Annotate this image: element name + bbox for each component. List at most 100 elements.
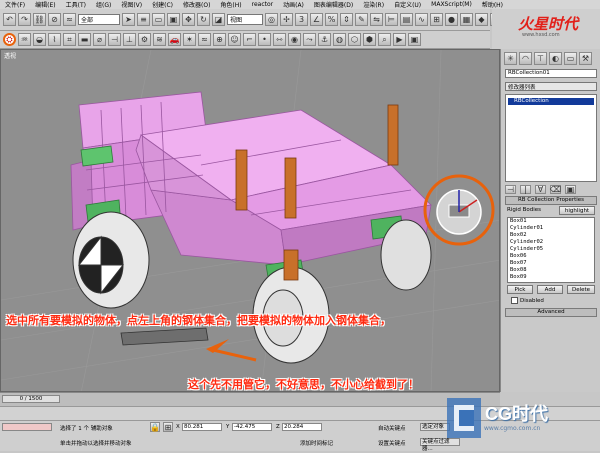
- list-item[interactable]: Box06: [508, 253, 594, 260]
- add-time-tag[interactable]: 添加时间标记: [300, 439, 333, 447]
- pivot-icon[interactable]: ◎: [265, 13, 278, 26]
- soft-body-collection-icon[interactable]: ◒: [33, 33, 46, 46]
- pin-stack-icon[interactable]: ⊣: [505, 185, 516, 194]
- display-tab-icon[interactable]: ▭: [564, 52, 577, 65]
- show-end-result-icon[interactable]: ❘: [520, 185, 531, 194]
- spring-icon[interactable]: ⌀: [93, 33, 106, 46]
- menu-rendering[interactable]: 渲染(R): [358, 0, 389, 9]
- analyze-world-icon[interactable]: ⌕: [378, 33, 391, 46]
- preview-animation-icon[interactable]: ▶: [393, 33, 406, 46]
- angle-snap-icon[interactable]: ∠: [310, 13, 323, 26]
- create-animation-icon[interactable]: ▣: [408, 33, 421, 46]
- disabled-checkbox[interactable]: [511, 297, 518, 304]
- menu-graph-editors[interactable]: 图表编辑器(D): [309, 0, 358, 9]
- advanced-rollout-header[interactable]: Advanced: [505, 308, 597, 317]
- car-wheel-icon[interactable]: ◉: [288, 33, 301, 46]
- selection-filter-dropdown[interactable]: 全部: [78, 14, 120, 25]
- stack-item[interactable]: RBCollection: [508, 98, 594, 105]
- prismatic-icon[interactable]: ⇿: [273, 33, 286, 46]
- toy-car-icon[interactable]: 🚗: [168, 33, 181, 46]
- set-key-label[interactable]: 设置关键点: [378, 439, 406, 447]
- time-slider[interactable]: 0 / 1500: [2, 395, 60, 403]
- select-by-name-icon[interactable]: ≡: [137, 13, 150, 26]
- rag-doll-icon[interactable]: ☺: [228, 33, 241, 46]
- rigid-body-collection-icon[interactable]: ⛭: [3, 33, 16, 46]
- percent-snap-icon[interactable]: %: [325, 13, 338, 26]
- menu-file[interactable]: 文件(F): [0, 0, 30, 9]
- menu-tools[interactable]: 工具(T): [61, 0, 91, 9]
- object-name-field[interactable]: RBCollection01: [505, 69, 597, 78]
- list-item[interactable]: Box01: [508, 218, 594, 225]
- auto-key-label[interactable]: 自动关键点: [378, 424, 406, 432]
- material-editor-icon[interactable]: ●: [445, 13, 458, 26]
- select-icon[interactable]: ➤: [122, 13, 135, 26]
- utilities-tab-icon[interactable]: ⚒: [579, 52, 592, 65]
- fracture-icon[interactable]: ✶: [183, 33, 196, 46]
- mirror-icon[interactable]: ⇋: [370, 13, 383, 26]
- redo-icon[interactable]: ↷: [18, 13, 31, 26]
- snap-icon[interactable]: 3: [295, 13, 308, 26]
- rigid-bodies-list[interactable]: Box01 Cylinder01 Box02 Cylinder02 Cylind…: [507, 217, 595, 283]
- window-crossing-icon[interactable]: ▣: [167, 13, 180, 26]
- plane-icon[interactable]: ▬: [78, 33, 91, 46]
- menu-help[interactable]: 帮助(H): [477, 0, 508, 9]
- rb-collection-rollout-header[interactable]: RB Collection Properties: [505, 196, 597, 205]
- deforming-mesh-icon[interactable]: ⌗: [63, 33, 76, 46]
- point-path-icon[interactable]: ⤳: [303, 33, 316, 46]
- make-unique-icon[interactable]: ∀: [535, 185, 546, 194]
- move-icon[interactable]: ✥: [182, 13, 195, 26]
- motion-tab-icon[interactable]: ◐: [549, 52, 562, 65]
- rope-collection-icon[interactable]: ⌇: [48, 33, 61, 46]
- z-coordinate-field[interactable]: 20.284: [282, 423, 322, 431]
- menu-animation[interactable]: 动画(A): [278, 0, 309, 9]
- point-to-point-icon[interactable]: •: [258, 33, 271, 46]
- cloth-collection-icon[interactable]: ♒: [18, 33, 31, 46]
- schematic-icon[interactable]: ⊞: [430, 13, 443, 26]
- create-tab-icon[interactable]: ✳: [504, 52, 517, 65]
- remove-modifier-icon[interactable]: ⌫: [550, 185, 561, 194]
- unlink-icon[interactable]: ⊘: [48, 13, 61, 26]
- x-coordinate-field[interactable]: 80.281: [182, 423, 222, 431]
- menu-maxscript[interactable]: MAXScript(M): [426, 1, 477, 8]
- list-item[interactable]: Cylinder02: [508, 239, 594, 246]
- named-selection-icon[interactable]: ✎: [355, 13, 368, 26]
- curve-editor-icon[interactable]: ∿: [415, 13, 428, 26]
- link-icon[interactable]: ⛓: [33, 13, 46, 26]
- list-item[interactable]: Box09: [508, 274, 594, 281]
- wind-icon[interactable]: ≋: [153, 33, 166, 46]
- manipulate-icon[interactable]: ✢: [280, 13, 293, 26]
- menu-group[interactable]: 组(G): [91, 0, 116, 9]
- y-coordinate-field[interactable]: -42.475: [232, 423, 272, 431]
- proxy-icon[interactable]: ⬢: [363, 33, 376, 46]
- angular-dashpot-icon[interactable]: ⊥: [123, 33, 136, 46]
- undo-icon[interactable]: ↶: [3, 13, 16, 26]
- list-item[interactable]: Cylinder05: [508, 246, 594, 253]
- modifier-list-dropdown[interactable]: 修改器列表: [505, 82, 597, 91]
- water-icon[interactable]: ≈: [198, 33, 211, 46]
- hinge-icon[interactable]: ⌐: [243, 33, 256, 46]
- lock-selection-icon[interactable]: 🔒: [150, 422, 160, 432]
- menu-view[interactable]: 视图(V): [116, 0, 147, 9]
- list-item[interactable]: Box02: [508, 232, 594, 239]
- hierarchy-tab-icon[interactable]: ⊤: [534, 52, 547, 65]
- align-icon[interactable]: ⊨: [385, 13, 398, 26]
- transform-mode-icon[interactable]: ⊞: [163, 422, 173, 432]
- pick-button[interactable]: Pick: [507, 285, 533, 294]
- add-button[interactable]: Add: [537, 285, 563, 294]
- ref-coord-dropdown[interactable]: 视图: [227, 14, 263, 25]
- constraint-solver-icon[interactable]: ⊕: [213, 33, 226, 46]
- delete-button[interactable]: Delete: [567, 285, 595, 294]
- rect-region-icon[interactable]: ▭: [152, 13, 165, 26]
- menu-character[interactable]: 角色(H): [215, 0, 246, 9]
- menu-create[interactable]: 创建(C): [147, 0, 178, 9]
- viewport-label[interactable]: 透视: [4, 51, 16, 60]
- menu-modifiers[interactable]: 修改器(O): [178, 0, 215, 9]
- highlight-button[interactable]: highlight: [559, 206, 595, 215]
- modify-tab-icon[interactable]: ◠: [519, 52, 532, 65]
- menu-reactor[interactable]: reactor: [247, 1, 279, 8]
- configure-sets-icon[interactable]: ▣: [565, 185, 576, 194]
- motor-icon[interactable]: ⚙: [138, 33, 151, 46]
- linear-dashpot-icon[interactable]: ⊣: [108, 33, 121, 46]
- render-icon[interactable]: ◆: [475, 13, 488, 26]
- fixed-constraint-icon[interactable]: ⚓: [318, 33, 331, 46]
